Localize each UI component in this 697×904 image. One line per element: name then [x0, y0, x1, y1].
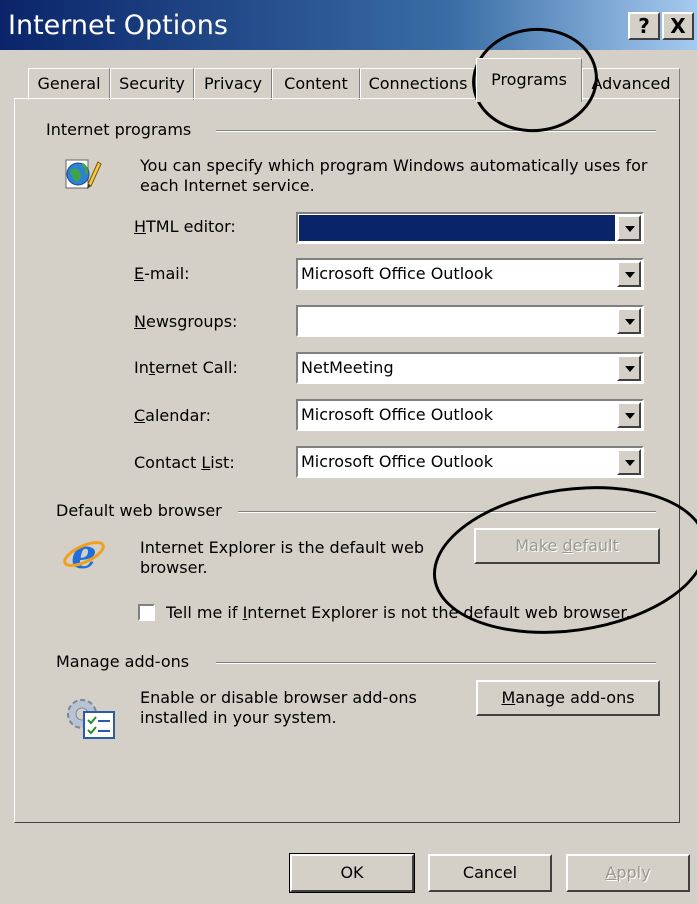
manage-addons-button[interactable]: Manage add-ons: [476, 680, 660, 716]
group-divider: [238, 511, 656, 513]
newsgroups-select[interactable]: [296, 305, 644, 337]
selection-highlight: [299, 215, 615, 241]
contact-list-label: Contact List:: [134, 453, 235, 472]
internet-explorer-icon: e: [62, 531, 106, 578]
programs-description-line1: You can specify which program Windows au…: [140, 156, 648, 175]
contact-list-select[interactable]: Microsoft Office Outlook: [296, 446, 644, 478]
default-browser-text-line1: Internet Explorer is the default web: [140, 538, 424, 557]
tab-programs[interactable]: Programs: [476, 58, 582, 102]
tab-privacy[interactable]: Privacy: [194, 68, 272, 100]
programs-description-line2: each Internet service.: [140, 176, 315, 195]
default-browser-checkbox-label: Tell me if Internet Explorer is not the …: [166, 603, 631, 622]
window-title: Internet Options: [8, 10, 228, 41]
addons-text-line2: installed in your system.: [140, 708, 337, 727]
default-browser-checkbox[interactable]: [138, 604, 155, 621]
calendar-label: Calendar:: [134, 406, 212, 425]
email-select[interactable]: Microsoft Office Outlook: [296, 258, 644, 290]
internet-call-label: Internet Call:: [134, 358, 238, 377]
newsgroups-label: Newsgroups:: [134, 312, 238, 331]
chevron-down-icon[interactable]: [617, 402, 641, 428]
addons-text-line1: Enable or disable browser add-ons: [140, 688, 417, 707]
default-browser-group-label: Default web browser: [56, 501, 222, 520]
internet-call-select[interactable]: NetMeeting: [296, 352, 644, 384]
tab-security[interactable]: Security: [110, 68, 194, 100]
svg-text:e: e: [71, 532, 96, 576]
internet-options-dialog: Internet Options ? X General Security Pr…: [0, 0, 697, 904]
chevron-down-icon[interactable]: [617, 215, 641, 241]
html-editor-label: HTML editor:: [134, 217, 236, 236]
calendar-select[interactable]: Microsoft Office Outlook: [296, 399, 644, 431]
tab-connections[interactable]: Connections: [360, 68, 476, 100]
chevron-down-icon[interactable]: [617, 308, 641, 334]
ok-button[interactable]: OK: [289, 853, 415, 893]
email-label: E-mail:: [134, 264, 190, 283]
tab-general[interactable]: General: [28, 68, 110, 100]
help-button[interactable]: ?: [628, 12, 660, 40]
default-browser-text-line2: browser.: [140, 558, 208, 577]
chevron-down-icon[interactable]: [617, 261, 641, 287]
cancel-button[interactable]: Cancel: [428, 854, 552, 892]
manage-addons-group-label: Manage add-ons: [56, 652, 190, 671]
tab-advanced[interactable]: Advanced: [582, 68, 680, 100]
globe-pencil-icon: [62, 154, 102, 194]
html-editor-select[interactable]: [296, 212, 644, 244]
group-divider: [216, 130, 656, 132]
tab-content[interactable]: Content: [272, 68, 360, 100]
title-bar[interactable]: Internet Options ? X: [0, 0, 697, 50]
addons-gear-checklist-icon: [62, 694, 120, 742]
chevron-down-icon[interactable]: [617, 449, 641, 475]
group-divider: [216, 662, 656, 664]
apply-button[interactable]: Apply: [566, 854, 690, 892]
chevron-down-icon[interactable]: [617, 355, 641, 381]
make-default-button[interactable]: Make default: [474, 528, 660, 564]
close-button[interactable]: X: [662, 12, 694, 40]
internet-programs-group-label: Internet programs: [46, 120, 192, 139]
